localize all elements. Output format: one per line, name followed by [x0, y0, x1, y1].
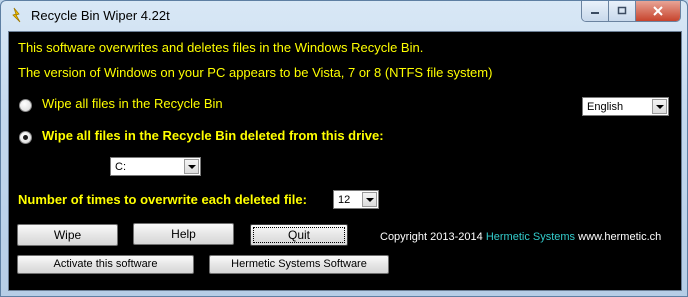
wipe-all-label[interactable]: Wipe all files in the Recycle Bin	[42, 96, 223, 111]
wipe-drive-label[interactable]: Wipe all files in the Recycle Bin delete…	[42, 128, 384, 143]
dropdown-arrow-icon[interactable]	[362, 192, 377, 207]
drive-select[interactable]: C:	[110, 157, 201, 176]
language-value: English	[587, 101, 624, 113]
hermetic-software-button[interactable]: Hermetic Systems Software	[209, 255, 389, 274]
overwrite-count-select[interactable]: 12	[333, 190, 379, 209]
activate-button[interactable]: Activate this software	[17, 255, 194, 274]
company-link[interactable]: Hermetic Systems	[486, 231, 575, 243]
maximize-icon[interactable]	[609, 1, 636, 21]
minimize-icon[interactable]	[582, 1, 609, 21]
title-bar[interactable]: Recycle Bin Wiper 4.22t	[1, 1, 687, 31]
overwrite-count-value: 12	[338, 194, 351, 206]
recycle-bin-wiper-app-icon	[9, 7, 25, 23]
copyright-notice: Copyright 2013-2014 Hermetic Systems www…	[380, 231, 661, 243]
window-controls	[581, 1, 681, 22]
dropdown-arrow-icon[interactable]	[652, 99, 667, 114]
language-select[interactable]: English	[582, 97, 669, 116]
focus-ring	[253, 227, 345, 243]
app-window: Recycle Bin Wiper 4.22t This software ov…	[0, 0, 688, 297]
copyright-text: Copyright 2013-2014	[380, 231, 483, 243]
drive-value: C:	[115, 161, 126, 173]
info-text-1: This software overwrites and deletes fil…	[18, 40, 424, 55]
help-button[interactable]: Help	[133, 223, 234, 245]
radio-selected-dot	[23, 135, 28, 140]
website-text: www.hermetic.ch	[578, 231, 662, 243]
quit-button[interactable]: Quit	[250, 224, 348, 246]
overwrite-label: Number of times to overwrite each delete…	[18, 192, 307, 207]
window-title: Recycle Bin Wiper 4.22t	[31, 8, 170, 23]
dropdown-arrow-icon[interactable]	[184, 159, 199, 174]
close-icon[interactable]	[636, 1, 680, 21]
wipe-all-radio[interactable]	[19, 99, 32, 112]
wipe-button[interactable]: Wipe	[17, 224, 118, 246]
wipe-drive-radio[interactable]	[19, 131, 32, 144]
info-text-2: The version of Windows on your PC appear…	[18, 65, 493, 80]
main-panel: This software overwrites and deletes fil…	[8, 31, 682, 291]
